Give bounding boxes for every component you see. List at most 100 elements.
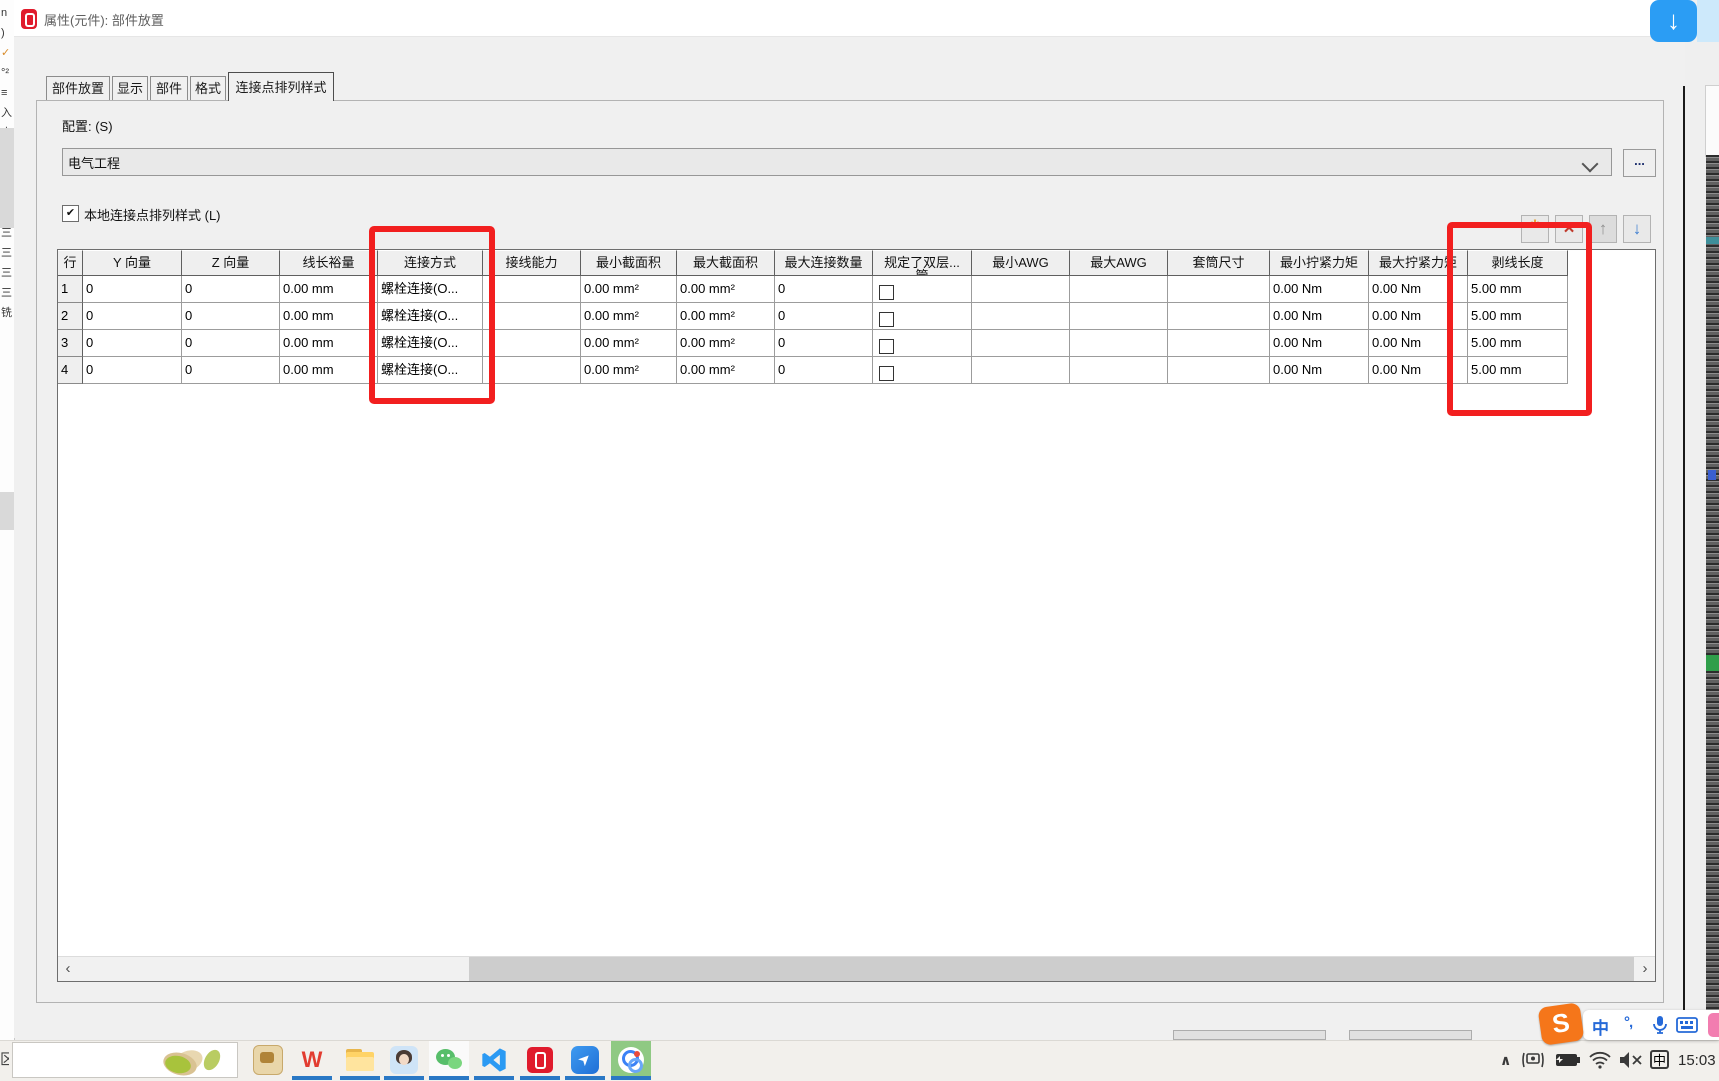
horizontal-scrollbar[interactable]: ‹ ›: [58, 956, 1655, 981]
cell-conn[interactable]: 螺栓连接(O...: [378, 303, 483, 330]
browse-button[interactable]: ...: [1623, 149, 1656, 177]
column-header-max_cs[interactable]: 最大截面积: [677, 250, 775, 276]
column-header-y[interactable]: Y 向量: [83, 250, 182, 276]
move-up-button[interactable]: ↑: [1589, 215, 1617, 243]
cell-max_n[interactable]: 0: [775, 357, 873, 384]
double-level-checkbox[interactable]: [879, 366, 894, 381]
cell-min_awg[interactable]: [972, 330, 1070, 357]
cell-min_cs[interactable]: 0.00 mm²: [581, 303, 677, 330]
taskbar-app-wechat[interactable]: [431, 1044, 467, 1076]
cell-max_awg[interactable]: [1070, 357, 1168, 384]
sogou-logo[interactable]: S: [1538, 1002, 1585, 1045]
tab-格式[interactable]: 格式: [190, 76, 226, 100]
column-header-max_tq[interactable]: 最大拧紧力矩: [1369, 250, 1468, 276]
cell-max_n[interactable]: 0: [775, 330, 873, 357]
column-header-num[interactable]: 行: [58, 250, 83, 276]
double-level-checkbox[interactable]: [879, 312, 894, 327]
config-dropdown[interactable]: [62, 148, 1612, 176]
cell-max_cs[interactable]: 0.00 mm²: [677, 276, 775, 303]
tab-连接点排列样式[interactable]: 连接点排列样式: [228, 72, 334, 101]
column-header-strip[interactable]: 剥线长度: [1468, 250, 1568, 276]
cell-sleeve[interactable]: [1168, 303, 1270, 330]
ime-clipped-icon[interactable]: [1708, 1013, 1719, 1037]
column-header-min_tq[interactable]: 最小拧紧力矩: [1270, 250, 1369, 276]
taskbar-app-wps[interactable]: W: [294, 1044, 330, 1076]
cell-min_tq[interactable]: 0.00 Nm: [1270, 303, 1369, 330]
column-header-max_awg[interactable]: 最大AWG: [1070, 250, 1168, 276]
hidden-dialog-button[interactable]: [1349, 1030, 1472, 1040]
tray-chevron-up-icon[interactable]: ∧: [1500, 1052, 1511, 1069]
cell-dbl[interactable]: [873, 330, 972, 357]
taskbar-app-chat[interactable]: [250, 1044, 286, 1076]
cell-min_awg[interactable]: [972, 357, 1070, 384]
cell-strip[interactable]: 5.00 mm: [1468, 276, 1568, 303]
column-header-min_cs[interactable]: 最小截面积: [581, 250, 677, 276]
table-row-1[interactable]: 1000.00 mm螺栓连接(O...0.00 mm²0.00 mm²00.00…: [58, 276, 1568, 303]
cell-max_awg[interactable]: [1070, 276, 1168, 303]
scroll-left-icon[interactable]: ‹: [58, 957, 78, 981]
local-style-checkbox[interactable]: ✔: [62, 205, 79, 222]
cell-slack[interactable]: 0.00 mm: [280, 276, 378, 303]
cell-conn[interactable]: 螺栓连接(O...: [378, 276, 483, 303]
cell-max_cs[interactable]: 0.00 mm²: [677, 357, 775, 384]
cell-max_tq[interactable]: 0.00 Nm: [1369, 303, 1468, 330]
cell-y[interactable]: 0: [83, 303, 182, 330]
taskbar-app-eplan[interactable]: [522, 1044, 558, 1076]
cell-z[interactable]: 0: [182, 357, 280, 384]
column-header-max_n[interactable]: 最大连接数量: [775, 250, 873, 276]
dialog-titlebar[interactable]: 属性(元件): 部件放置: [14, 0, 1683, 37]
cell-max_tq[interactable]: 0.00 Nm: [1369, 357, 1468, 384]
tray-wifi-icon[interactable]: [1588, 1051, 1612, 1069]
column-header-sleeve[interactable]: 套筒尺寸: [1168, 250, 1270, 276]
cell-conn[interactable]: 螺栓连接(O...: [378, 357, 483, 384]
cell-sleeve[interactable]: [1168, 276, 1270, 303]
move-down-button[interactable]: ↓: [1623, 215, 1651, 243]
cell-strip[interactable]: 5.00 mm: [1468, 357, 1568, 384]
ime-punctuation-toggle[interactable]: °,: [1624, 1014, 1632, 1031]
double-level-checkbox[interactable]: [879, 339, 894, 354]
cell-max_tq[interactable]: 0.00 Nm: [1369, 330, 1468, 357]
tab-显示[interactable]: 显示: [112, 76, 148, 100]
cell-slack[interactable]: 0.00 mm: [280, 357, 378, 384]
cell-cap[interactable]: [483, 357, 581, 384]
cell-max_cs[interactable]: 0.00 mm²: [677, 330, 775, 357]
new-row-button[interactable]: *: [1521, 215, 1549, 243]
cell-num[interactable]: 2: [58, 303, 83, 330]
taskbar-app-cloud[interactable]: [613, 1044, 649, 1076]
table-row-2[interactable]: 2000.00 mm螺栓连接(O...0.00 mm²0.00 mm²00.00…: [58, 303, 1568, 330]
cell-z[interactable]: 0: [182, 276, 280, 303]
taskbar-app-vscode[interactable]: [476, 1044, 512, 1076]
tray-battery-icon[interactable]: [1553, 1052, 1581, 1068]
cell-sleeve[interactable]: [1168, 357, 1270, 384]
column-header-min_awg[interactable]: 最小AWG: [972, 250, 1070, 276]
cell-y[interactable]: 0: [83, 276, 182, 303]
table-row-3[interactable]: 3000.00 mm螺栓连接(O...0.00 mm²0.00 mm²00.00…: [58, 330, 1568, 357]
cell-strip[interactable]: 5.00 mm: [1468, 303, 1568, 330]
cell-y[interactable]: 0: [83, 330, 182, 357]
tray-clock[interactable]: 15:03: [1678, 1052, 1716, 1069]
cell-num[interactable]: 1: [58, 276, 83, 303]
cell-dbl[interactable]: [873, 303, 972, 330]
cell-strip[interactable]: 5.00 mm: [1468, 330, 1568, 357]
cell-dbl[interactable]: [873, 276, 972, 303]
cell-max_tq[interactable]: 0.00 Nm: [1369, 276, 1468, 303]
cell-sleeve[interactable]: [1168, 330, 1270, 357]
double-level-checkbox[interactable]: [879, 285, 894, 300]
cell-max_awg[interactable]: [1070, 330, 1168, 357]
cell-conn[interactable]: 螺栓连接(O...: [378, 330, 483, 357]
cell-max_cs[interactable]: 0.00 mm²: [677, 303, 775, 330]
cell-min_awg[interactable]: [972, 303, 1070, 330]
column-header-slack[interactable]: 线长裕量: [280, 250, 378, 276]
cell-z[interactable]: 0: [182, 330, 280, 357]
ime-language-toggle[interactable]: 中: [1592, 1014, 1609, 1039]
cell-max_n[interactable]: 0: [775, 303, 873, 330]
column-header-conn[interactable]: 连接方式: [378, 250, 483, 276]
cell-num[interactable]: 3: [58, 330, 83, 357]
ime-mic-icon[interactable]: [1652, 1015, 1668, 1035]
hidden-dialog-button[interactable]: [1173, 1030, 1326, 1040]
cell-slack[interactable]: 0.00 mm: [280, 303, 378, 330]
cell-slack[interactable]: 0.00 mm: [280, 330, 378, 357]
table-row-4[interactable]: 4000.00 mm螺栓连接(O...0.00 mm²0.00 mm²00.00…: [58, 357, 1568, 384]
cell-min_cs[interactable]: 0.00 mm²: [581, 330, 677, 357]
cell-z[interactable]: 0: [182, 303, 280, 330]
